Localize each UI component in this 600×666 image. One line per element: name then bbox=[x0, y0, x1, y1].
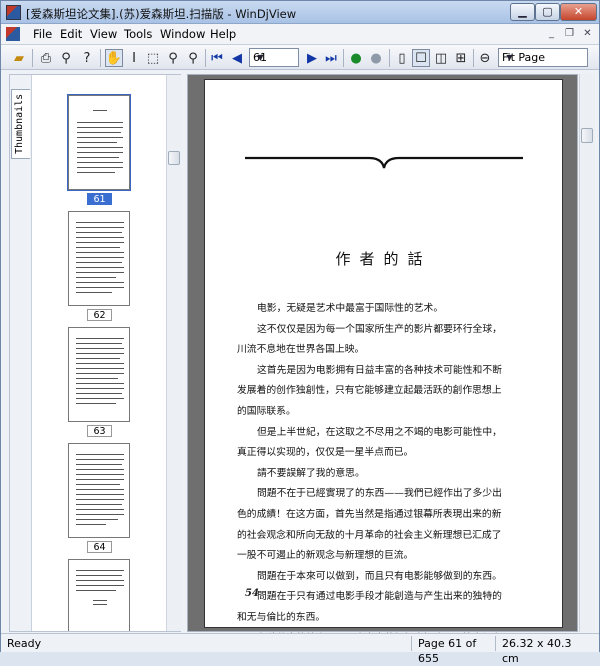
text-line: 問題在于只有通过电影手段才能創造与产生出来的独特的 bbox=[257, 591, 502, 603]
menu-edit[interactable]: Edit bbox=[60, 27, 82, 41]
zoom-out-icon[interactable]: ⊖ bbox=[476, 49, 494, 67]
app-window: [爱森斯坦论文集].(苏)爱森斯坦.扫描版 - WinDjView ▁ ▢ ✕ … bbox=[0, 0, 600, 665]
text-line: 的社会观念和所向无敌的十月革命的社会主义新理想已汇成了 bbox=[237, 529, 502, 541]
menu-view[interactable]: View bbox=[90, 27, 117, 41]
text-line: 請不要誤解了我的意思。 bbox=[257, 467, 365, 479]
open-folder-icon[interactable]: ▰ bbox=[10, 49, 28, 67]
previous-page-icon[interactable]: ◀ bbox=[228, 49, 246, 67]
back-icon[interactable]: ● bbox=[347, 49, 365, 67]
menu-bar: File Edit View Tools Window Help _ ❐ ✕ bbox=[1, 24, 599, 44]
document-icon[interactable] bbox=[6, 27, 20, 41]
thumbnail-page-number: 64 bbox=[87, 541, 112, 553]
app-icon[interactable] bbox=[6, 5, 21, 20]
toolbar-separator bbox=[473, 49, 474, 67]
thumbnail-62[interactable] bbox=[68, 211, 130, 306]
thumbnail-64[interactable] bbox=[68, 443, 130, 538]
toolbar-separator bbox=[205, 49, 206, 67]
thumbnails-panel: Thumbnails ✕ 61 62 63 64 bbox=[9, 74, 181, 632]
text-line: 电影，无疑是艺术中最富于国际性的艺术。 bbox=[257, 303, 444, 314]
zoom-icon[interactable]: ⚲ bbox=[164, 49, 182, 67]
sidebar-tab-strip: Thumbnails bbox=[10, 75, 32, 631]
thumbnail-65[interactable] bbox=[68, 559, 130, 631]
document-view[interactable]: 作者的話 电影，无疑是艺术中最富于国际性的艺术。 这不仅仅是因为每一个国家所生产… bbox=[187, 74, 578, 644]
thumbnail-63[interactable] bbox=[68, 327, 130, 422]
maximize-button[interactable]: ▢ bbox=[535, 3, 560, 21]
chevron-down-icon[interactable]: ▼ bbox=[502, 49, 517, 66]
facing-pages-icon[interactable]: ◫ bbox=[432, 49, 450, 67]
thumbnail-page-number: 61 bbox=[87, 193, 112, 205]
thumbnails-scrollbar[interactable] bbox=[166, 75, 181, 631]
rect-select-icon[interactable]: ⬚ bbox=[144, 49, 162, 67]
toolbar-separator bbox=[343, 49, 344, 67]
document-page: 作者的話 电影，无疑是艺术中最富于国际性的艺术。 这不仅仅是因为每一个国家所生产… bbox=[204, 79, 563, 644]
thumbnail-list: 61 62 63 64 bbox=[32, 89, 167, 631]
last-page-icon[interactable]: ⏭ bbox=[322, 49, 340, 67]
menu-help[interactable]: Help bbox=[210, 27, 236, 41]
zoom-rect-icon[interactable]: ⚲ bbox=[184, 49, 202, 67]
tab-thumbnails[interactable]: Thumbnails bbox=[11, 89, 30, 159]
window-title: [爱森斯坦论文集].(苏)爱森斯坦.扫描版 - WinDjView bbox=[26, 7, 297, 21]
text-line: 真正得以实现的，仅仅是一星半点而已。 bbox=[237, 447, 414, 459]
text-line: 这不仅仅是因为每一个国家所生产的影片都要环行全球， bbox=[257, 323, 502, 335]
menu-tools[interactable]: Tools bbox=[124, 27, 152, 41]
page-heading: 作者的話 bbox=[335, 250, 432, 268]
menu-file[interactable]: File bbox=[33, 27, 52, 41]
close-button[interactable]: ✕ bbox=[560, 3, 597, 21]
text-line: 一股不可遏止的新观念与新理想的巨流。 bbox=[237, 550, 414, 562]
mdi-restore-button[interactable]: ❐ bbox=[562, 27, 577, 41]
text-line: 問題在于本來可以做到，而且只有电影能够做到的东西。 bbox=[257, 570, 502, 582]
scrollbar-thumb[interactable] bbox=[168, 151, 180, 165]
text-line: 色的成績！在这方面，首先当然是指通过银幕所表現出来的新 bbox=[237, 508, 502, 520]
toolbar: ▰ ⎙ ⚲ ? ✋ I ⬚ ⚲ ⚲ ⏮ ◀ 61 ▼ ▶ ⏭ ● ● ▯ ☐ ◫… bbox=[1, 44, 599, 70]
scrollbar-thumb[interactable] bbox=[581, 128, 593, 143]
status-page: Page 61 of 655 bbox=[411, 636, 496, 665]
next-page-icon[interactable]: ▶ bbox=[303, 49, 321, 67]
thumbnail-page-number: 62 bbox=[87, 309, 112, 321]
chevron-down-icon[interactable]: ▼ bbox=[253, 49, 268, 66]
first-page-icon[interactable]: ⏮ bbox=[208, 49, 226, 67]
text-line: 和无与倫比的东西。 bbox=[237, 611, 326, 623]
text-line: 但是上半世紀，在这取之不尽用之不竭的电影可能性中， bbox=[257, 426, 502, 438]
thumbnail-61[interactable] bbox=[67, 94, 131, 191]
toolbar-separator bbox=[100, 49, 101, 67]
help-icon[interactable]: ? bbox=[78, 49, 96, 67]
page-folio: 54 bbox=[245, 588, 259, 599]
mdi-close-button[interactable]: ✕ bbox=[580, 27, 595, 41]
status-bar: Ready Page 61 of 655 26.32 x 40.3 cm bbox=[1, 633, 599, 665]
text-line: 川流不息地在世界各国上映。 bbox=[237, 344, 365, 356]
print-icon[interactable]: ⎙ bbox=[37, 49, 55, 67]
text-line: 問題不在于已經實現了的东西——我們已經作出了多少出 bbox=[257, 488, 502, 500]
single-page-icon[interactable]: ▯ bbox=[393, 49, 411, 67]
text-line: 这首先是因为电影拥有日益丰富的各种技术可能性和不断 bbox=[257, 364, 502, 376]
text-line: 的国际联系。 bbox=[237, 405, 296, 417]
title-bar: [爱森斯坦论文集].(苏)爱森斯坦.扫描版 - WinDjView ▁ ▢ ✕ bbox=[1, 1, 599, 24]
page-number-combo[interactable]: 61 ▼ bbox=[249, 48, 299, 67]
toolbar-separator bbox=[389, 49, 390, 67]
continuous-facing-icon[interactable]: ⊞ bbox=[452, 49, 470, 67]
menu-window[interactable]: Window bbox=[160, 27, 205, 41]
find-binoculars-icon[interactable]: ⚲ bbox=[57, 49, 75, 67]
text-select-icon[interactable]: I bbox=[125, 49, 143, 67]
page-text: 电影，无疑是艺术中最富于国际性的艺术。 这不仅仅是因为每一个国家所生产的影片都要… bbox=[237, 299, 537, 649]
thumbnail-page-number: 63 bbox=[87, 425, 112, 437]
mdi-minimize-button[interactable]: _ bbox=[544, 27, 559, 41]
status-page-size: 26.32 x 40.3 cm bbox=[495, 636, 589, 665]
continuous-layout-icon[interactable]: ☐ bbox=[412, 49, 430, 67]
text-line: 发展着的创作独創性，只有它能够建立起最活跃的創作思想上 bbox=[237, 385, 502, 397]
zoom-combo[interactable]: Fit Page ▼ bbox=[498, 48, 588, 67]
status-ready: Ready bbox=[7, 637, 42, 650]
document-scrollbar[interactable] bbox=[579, 74, 595, 632]
forward-icon[interactable]: ● bbox=[367, 49, 385, 67]
minimize-button[interactable]: ▁ bbox=[510, 3, 535, 21]
hand-tool-icon[interactable]: ✋ bbox=[105, 49, 123, 67]
page-ornament bbox=[245, 156, 523, 169]
document-scrollbar-track[interactable] bbox=[580, 74, 595, 630]
toolbar-separator bbox=[32, 49, 33, 67]
tab-thumbnails-label: Thumbnails bbox=[14, 93, 25, 154]
